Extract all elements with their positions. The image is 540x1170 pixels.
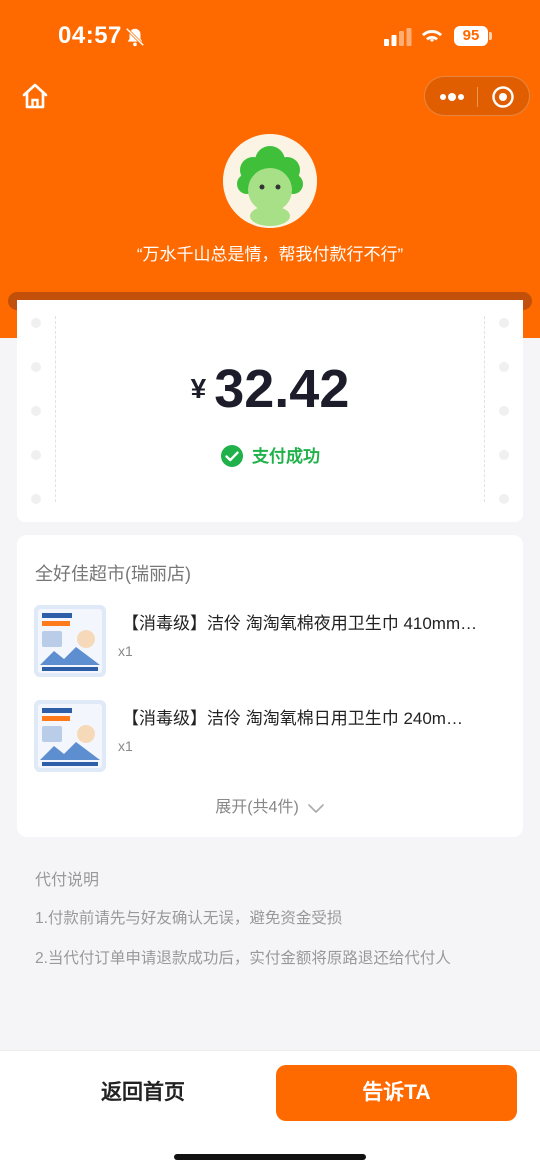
more-icon[interactable]	[437, 85, 467, 109]
tell-friend-button[interactable]: 告诉TA	[276, 1065, 517, 1121]
payment-amount: ¥32.42	[17, 358, 523, 420]
note-line: 1.付款前请先与好友确认无误，避免资金受损	[35, 910, 343, 927]
product-title: 【消毒级】洁伶 淘淘氧棉夜用卫生巾 410mm…	[122, 614, 478, 633]
payment-receipt: ¥32.42 支付成功	[17, 300, 523, 522]
payment-status-text: 支付成功	[252, 447, 320, 466]
receipt-perforation	[31, 318, 41, 328]
shop-name: 全好佳超市(瑞丽店)	[35, 564, 191, 584]
bell-off-icon	[125, 27, 145, 47]
receipt-perforation	[31, 494, 41, 504]
close-target-icon[interactable]	[491, 85, 515, 109]
mini-program-capsule	[424, 76, 530, 116]
order-card: 全好佳超市(瑞丽店) 【消毒级】洁伶 淘淘氧棉夜用卫生巾 410mm… x1 【…	[17, 535, 523, 837]
battery-indicator: 95	[454, 26, 488, 46]
product-thumbnail	[34, 605, 106, 677]
payment-notes: 代付说明 1.付款前请先与好友确认无误，避免资金受损 2.当代付订单申请退款成功…	[35, 866, 515, 986]
product-image	[34, 605, 106, 677]
header: 04:57 95 “万水千山总是情，帮我付款行不行”	[0, 0, 540, 338]
avatar	[223, 134, 317, 228]
home-indicator	[174, 1154, 366, 1160]
product-thumbnail	[34, 700, 106, 772]
order-item[interactable]: 【消毒级】洁伶 淘淘氧棉夜用卫生巾 410mm… x1	[34, 605, 506, 679]
product-quantity: x1	[118, 643, 133, 659]
notes-title: 代付说明	[35, 872, 100, 889]
expand-items-button[interactable]: 展开(共4件)	[17, 793, 523, 817]
payment-request-message: “万水千山总是情，帮我付款行不行”	[136, 245, 404, 264]
cellular-signal-icon	[384, 28, 412, 46]
battery-tip	[489, 32, 492, 40]
receipt-perforation	[499, 318, 509, 328]
status-time: 04:57	[58, 22, 122, 49]
capsule-divider	[477, 87, 478, 107]
home-icon[interactable]	[20, 82, 50, 110]
amount-value: 32.42	[214, 359, 350, 419]
note-line: 2.当代付订单申请退款成功后，实付金额将原路退还给代付人	[35, 950, 451, 967]
bottom-action-bar: 返回首页 告诉TA	[0, 1050, 540, 1170]
order-item[interactable]: 【消毒级】洁伶 淘淘氧棉日用卫生巾 240m… x1	[34, 700, 506, 774]
payment-status: 支付成功	[17, 442, 523, 470]
product-quantity: x1	[118, 738, 133, 754]
product-image	[34, 700, 106, 772]
status-bar: 04:57 95	[0, 0, 540, 72]
currency-symbol: ¥	[190, 372, 207, 404]
back-home-button[interactable]: 返回首页	[22, 1065, 264, 1121]
product-title: 【消毒级】洁伶 淘淘氧棉日用卫生巾 240m…	[122, 709, 463, 728]
success-check-icon	[221, 444, 243, 467]
expand-label: 展开(共4件)	[215, 799, 299, 816]
chevron-down-icon	[307, 803, 324, 813]
wifi-icon	[422, 30, 442, 42]
avatar-image	[223, 134, 317, 228]
receipt-perforation	[499, 494, 509, 504]
